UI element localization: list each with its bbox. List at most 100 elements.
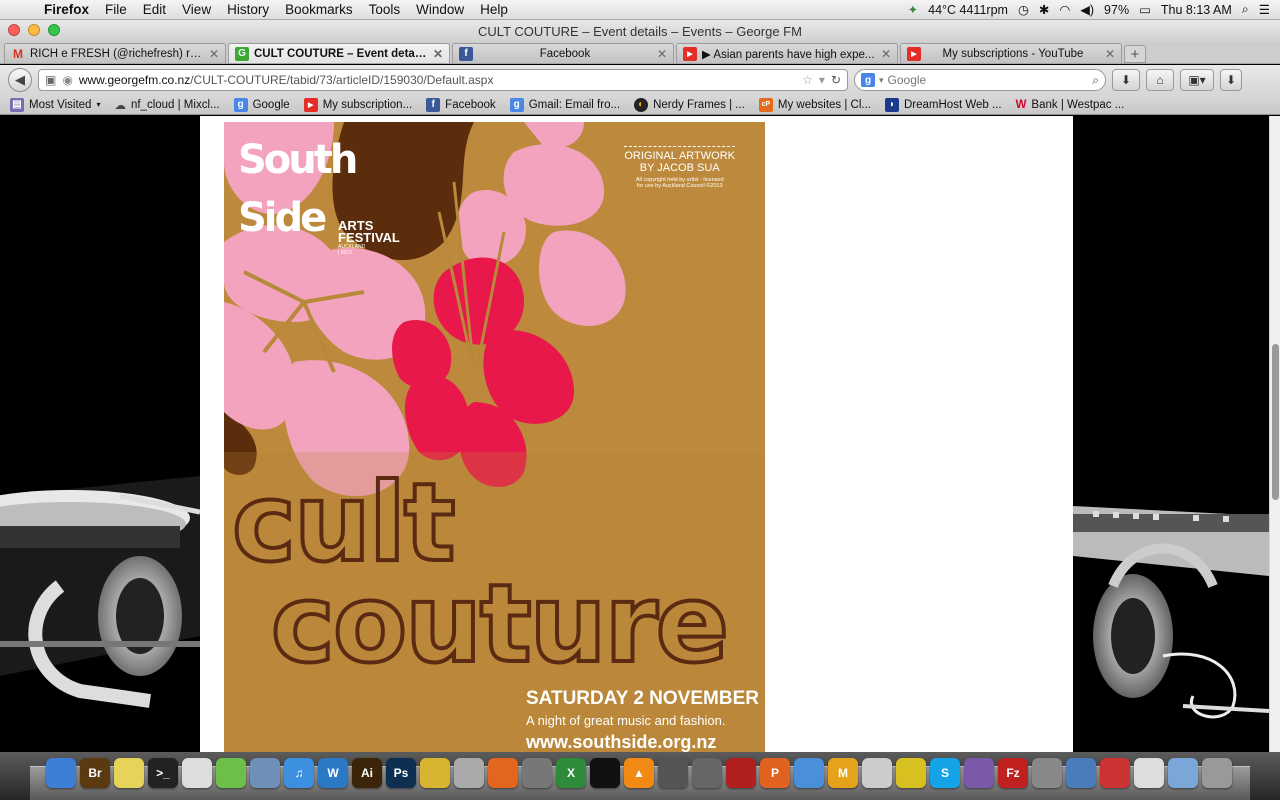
bookmark-most-visited[interactable]: ▤ Most Visited ▾: [10, 97, 100, 112]
photoshop-icon[interactable]: Ps: [386, 758, 416, 788]
bookmark-nerdy-frames[interactable]: ◐ Nerdy Frames | ...: [634, 97, 745, 112]
scrollbar-thumb[interactable]: [1272, 344, 1279, 500]
pocket-button[interactable]: ⬇: [1220, 69, 1242, 91]
notification-center-icon[interactable]: ☰: [1259, 2, 1270, 17]
wifi-icon[interactable]: ◠: [1059, 2, 1070, 17]
app-music-icon[interactable]: [862, 758, 892, 788]
cyberduck-icon[interactable]: [420, 758, 450, 788]
app-green-icon[interactable]: [216, 758, 246, 788]
skype-icon[interactable]: S: [930, 758, 960, 788]
menu-bookmarks[interactable]: Bookmarks: [277, 2, 361, 17]
back-button[interactable]: ◀: [8, 68, 32, 92]
spotlight-search-icon[interactable]: ⌕: [1242, 2, 1249, 17]
app-blue-icon[interactable]: [1066, 758, 1096, 788]
drive-icon[interactable]: [454, 758, 484, 788]
finder-icon[interactable]: [46, 758, 76, 788]
bookmark-google[interactable]: g Google: [233, 97, 290, 112]
menu-tools[interactable]: Tools: [361, 2, 409, 17]
bluetooth-icon[interactable]: ✱: [1039, 2, 1049, 17]
preview-icon[interactable]: [250, 758, 280, 788]
bookmark-youtube-subscriptions[interactable]: ▶ My subscription...: [303, 97, 412, 112]
photo-booth-icon[interactable]: [726, 758, 756, 788]
trash-icon[interactable]: [1202, 758, 1232, 788]
ableton-live-icon[interactable]: [590, 758, 620, 788]
bookmark-facebook[interactable]: f Facebook: [426, 97, 496, 112]
url-bar[interactable]: ▣ ◉ www.georgefm.co.nz/CULT-COUTURE/tabi…: [38, 69, 848, 91]
google-icon[interactable]: g: [861, 73, 875, 87]
tab-facebook[interactable]: f Facebook ✕: [452, 43, 674, 63]
url-text[interactable]: www.georgefm.co.nz/CULT-COUTURE/tabid/73…: [79, 73, 796, 87]
minimize-window-button[interactable]: [28, 24, 40, 36]
close-icon[interactable]: ✕: [1105, 47, 1115, 61]
menu-window[interactable]: Window: [408, 2, 472, 17]
close-icon[interactable]: ✕: [657, 47, 667, 61]
menu-file[interactable]: File: [97, 2, 135, 17]
textedit-icon[interactable]: [182, 758, 212, 788]
app-red-icon[interactable]: [1100, 758, 1130, 788]
downloads-icon[interactable]: [1168, 758, 1198, 788]
excel-icon[interactable]: X: [556, 758, 586, 788]
bookmark-label: Facebook: [445, 98, 496, 111]
search-input[interactable]: Google: [888, 73, 1089, 87]
tab-youtube-video[interactable]: ▶ ▶ Asian parents have high expe... ✕: [676, 43, 898, 63]
clock[interactable]: Thu 8:13 AM: [1161, 3, 1232, 17]
itunes-icon[interactable]: ♫: [284, 758, 314, 788]
mixed-in-key-icon[interactable]: M: [828, 758, 858, 788]
bookmark-westpac[interactable]: W Bank | Westpac ...: [1016, 99, 1125, 111]
tab-youtube-subscriptions[interactable]: ▶ My subscriptions - YouTube ✕: [900, 43, 1122, 63]
window-title-bar: CULT COUTURE – Event details – Events – …: [0, 20, 1280, 42]
menu-app-firefox[interactable]: Firefox: [36, 2, 97, 17]
app-gray-icon[interactable]: [692, 758, 722, 788]
radiation-icon[interactable]: [896, 758, 926, 788]
calculator-icon[interactable]: [522, 758, 552, 788]
site-identity-icon[interactable]: ◉: [62, 73, 72, 87]
time-machine-icon[interactable]: ◷: [1018, 2, 1029, 17]
addon-button[interactable]: ▣▾: [1180, 69, 1214, 91]
westpac-icon: W: [1015, 98, 1027, 111]
temperature-status[interactable]: 44°C 4411rpm: [928, 3, 1008, 17]
page-scrollbar[interactable]: [1269, 116, 1280, 752]
app-purple-icon[interactable]: [964, 758, 994, 788]
unity-icon[interactable]: [658, 758, 688, 788]
safari-icon[interactable]: [794, 758, 824, 788]
close-icon[interactable]: ✕: [881, 47, 891, 61]
reload-icon[interactable]: ↻: [831, 73, 841, 87]
bookmark-dreamhost[interactable]: ◗ DreamHost Web ...: [884, 97, 1002, 112]
downloads-button[interactable]: ⬇: [1112, 69, 1140, 91]
vlc-icon[interactable]: ▲: [624, 758, 654, 788]
close-icon[interactable]: ✕: [209, 47, 219, 61]
battery-icon[interactable]: ▭: [1139, 2, 1151, 17]
search-icon[interactable]: ⌕: [1092, 73, 1099, 88]
menu-view[interactable]: View: [174, 2, 219, 17]
terminal-icon[interactable]: >_: [148, 758, 178, 788]
menu-help[interactable]: Help: [472, 2, 516, 17]
battery-percent[interactable]: 97%: [1104, 3, 1129, 17]
firefox-icon[interactable]: [488, 758, 518, 788]
search-engine-dropdown-icon[interactable]: ▾: [879, 75, 884, 86]
new-tab-button[interactable]: +: [1124, 45, 1146, 63]
app-orange-icon[interactable]: P: [760, 758, 790, 788]
bookmark-my-websites[interactable]: cP My websites | Cl...: [758, 97, 871, 112]
documents-icon[interactable]: [1134, 758, 1164, 788]
dropdown-arrow-icon[interactable]: ▾: [819, 73, 825, 87]
word-icon[interactable]: W: [318, 758, 348, 788]
illustrator-icon[interactable]: Ai: [352, 758, 382, 788]
tab-gmail[interactable]: M RICH e FRESH (@richefresh) ret... ✕: [4, 43, 226, 63]
stickies-icon[interactable]: [114, 758, 144, 788]
bookmark-star-icon[interactable]: ☆: [802, 73, 813, 87]
fan-monitor-icon[interactable]: ✦: [908, 2, 918, 17]
bookmark-gmail[interactable]: g Gmail: Email fro...: [509, 97, 620, 112]
home-button[interactable]: ⌂: [1146, 69, 1174, 91]
close-icon[interactable]: ✕: [433, 47, 443, 61]
volume-icon[interactable]: ◀): [1080, 2, 1094, 17]
close-window-button[interactable]: [8, 24, 20, 36]
filezilla-icon[interactable]: Fz: [998, 758, 1028, 788]
zoom-window-button[interactable]: [48, 24, 60, 36]
bookmark-mixcloud[interactable]: ☁ nf_cloud | Mixcl...: [114, 98, 219, 112]
menu-history[interactable]: History: [219, 2, 277, 17]
bridge-icon[interactable]: Br: [80, 758, 110, 788]
tab-cult-couture[interactable]: G CULT COUTURE – Event details ... ✕: [228, 43, 450, 63]
search-bar[interactable]: g ▾ Google ⌕: [854, 69, 1106, 91]
menu-edit[interactable]: Edit: [135, 2, 174, 17]
system-preferences-icon[interactable]: [1032, 758, 1062, 788]
